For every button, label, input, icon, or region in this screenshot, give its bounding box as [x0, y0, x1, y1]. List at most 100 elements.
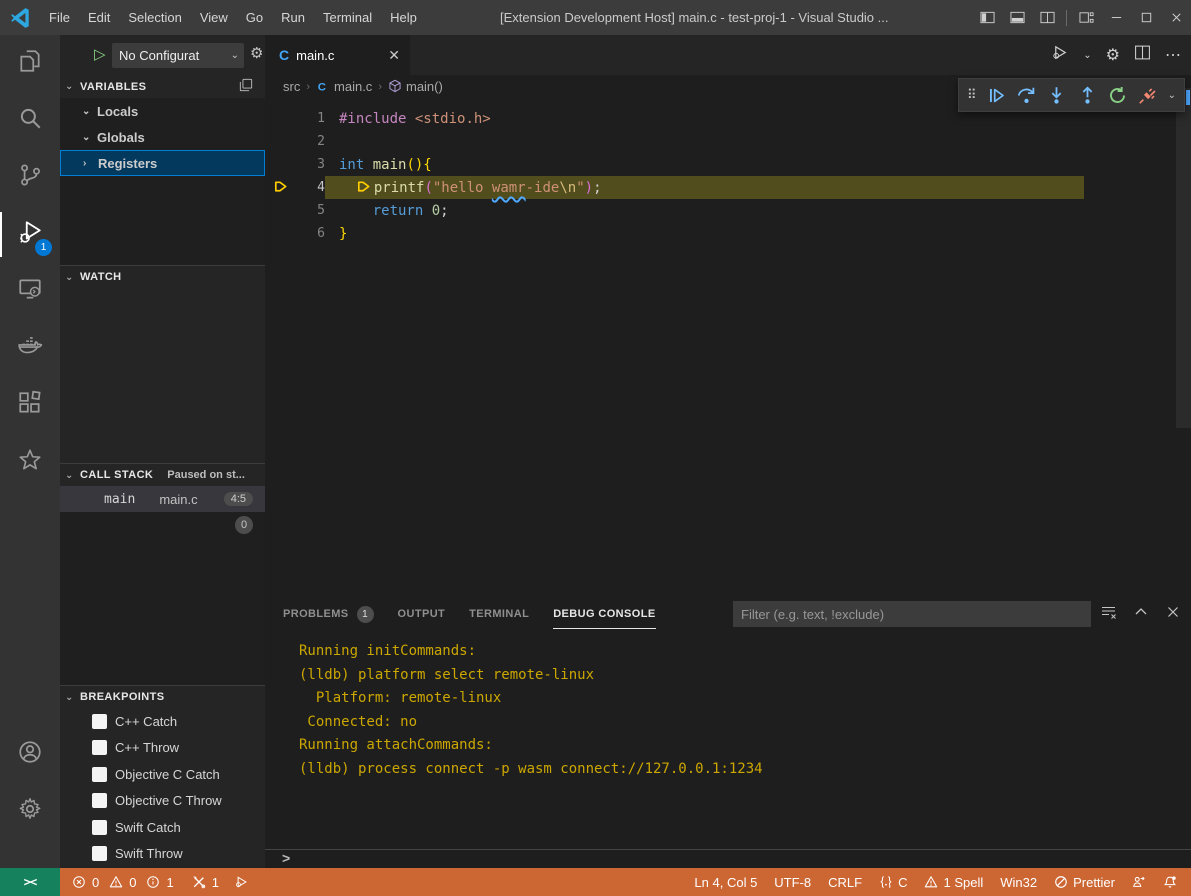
- menu-run[interactable]: Run: [272, 0, 314, 35]
- menu-view[interactable]: View: [191, 0, 237, 35]
- gear-icon[interactable]: ⚙: [1106, 45, 1120, 65]
- variables-section-header[interactable]: ⌄ VARIABLES: [60, 75, 265, 98]
- thread-row[interactable]: 0: [60, 512, 265, 538]
- drag-grip-icon[interactable]: ⠿: [967, 87, 977, 103]
- checkbox[interactable]: [92, 740, 107, 755]
- checkbox[interactable]: [92, 846, 107, 861]
- breakpoint-row[interactable]: Swift Catch: [60, 814, 265, 841]
- activity-item-source-control[interactable]: [0, 149, 60, 206]
- debug-config-dropdown[interactable]: No Configurat ⌄: [112, 43, 244, 68]
- breakpoints-section-header[interactable]: ⌄ BREAKPOINTS: [60, 685, 265, 708]
- split-editor-icon[interactable]: [1134, 44, 1151, 66]
- stack-frame-row[interactable]: main main.c 4:5: [60, 486, 265, 512]
- chevron-down-icon[interactable]: ⌄: [1083, 50, 1091, 61]
- checkbox[interactable]: [92, 820, 107, 835]
- activity-item-run-and-debug[interactable]: 1: [0, 206, 60, 263]
- activity-item-remote-explorer[interactable]: [0, 263, 60, 320]
- code-editor[interactable]: 1#include <stdio.h>23int main(){4 printf…: [265, 98, 1191, 627]
- menu-edit[interactable]: Edit: [79, 0, 119, 35]
- chevron-down-icon: ⌄: [65, 81, 80, 92]
- breadcrumb-item[interactable]: Cmain.c: [316, 79, 372, 94]
- checkbox[interactable]: [92, 714, 107, 729]
- close-icon[interactable]: [1161, 0, 1191, 35]
- code-line-3[interactable]: 3int main(){: [265, 153, 1191, 176]
- step-into-button[interactable]: [1046, 86, 1067, 105]
- ports-status[interactable]: 1: [192, 875, 219, 890]
- watch-section-header[interactable]: ⌄ WATCH: [60, 265, 265, 288]
- status-item-encoding[interactable]: UTF-8: [774, 875, 811, 890]
- step-over-button[interactable]: [1016, 86, 1037, 105]
- status-item-eol[interactable]: CRLF: [828, 875, 862, 890]
- debug-status-icon[interactable]: [235, 875, 249, 889]
- notifications-bell[interactable]: [1163, 875, 1177, 889]
- toggle-sidebar-icon[interactable]: [972, 0, 1002, 35]
- breakpoint-row[interactable]: Swift Throw: [60, 841, 265, 868]
- panel-tab-debug-console[interactable]: DEBUG CONSOLE: [553, 599, 655, 629]
- code-line-4[interactable]: 4 printf("hello wamr-ide\n");: [265, 176, 1191, 199]
- menu-selection[interactable]: Selection: [119, 0, 190, 35]
- remote-indicator[interactable]: ><: [0, 868, 60, 896]
- code-line-6[interactable]: 6}: [265, 222, 1191, 245]
- close-panel-icon[interactable]: [1165, 604, 1181, 625]
- code-line-2[interactable]: 2: [265, 130, 1191, 153]
- checkbox[interactable]: [92, 767, 107, 782]
- chevron-down-icon[interactable]: ⌄: [1168, 90, 1176, 101]
- panel-tab-problems[interactable]: PROBLEMS1: [283, 599, 374, 629]
- variables-scope-globals[interactable]: ⌄Globals: [60, 124, 265, 150]
- continue-button[interactable]: [986, 86, 1007, 105]
- status-item-platform[interactable]: Win32: [1000, 875, 1037, 890]
- customize-layout-icon[interactable]: [1071, 0, 1101, 35]
- editor-scrollbar[interactable]: [1176, 88, 1191, 428]
- debug-console-input[interactable]: >: [265, 849, 1191, 868]
- maximize-icon[interactable]: [1131, 0, 1161, 35]
- restart-button[interactable]: [1107, 86, 1128, 105]
- activity-item-docker[interactable]: [0, 320, 60, 377]
- call-stack-section-header[interactable]: ⌄ CALL STACK Paused on st...: [60, 463, 265, 486]
- debug-current-line-arrow-icon[interactable]: [265, 179, 295, 196]
- step-out-button[interactable]: [1077, 86, 1098, 105]
- menu-terminal[interactable]: Terminal: [314, 0, 381, 35]
- inline-breakpoint-arrow-icon[interactable]: [356, 180, 371, 196]
- variables-scope-locals[interactable]: ⌄Locals: [60, 98, 265, 124]
- code-line-5[interactable]: 5 return 0;: [265, 199, 1191, 222]
- activity-item-settings[interactable]: [0, 783, 60, 840]
- maximize-panel-icon[interactable]: [1133, 604, 1149, 625]
- toggle-panel-icon[interactable]: [1002, 0, 1032, 35]
- tab-main-c[interactable]: C main.c ✕: [265, 35, 410, 75]
- breakpoint-row[interactable]: Objective C Throw: [60, 788, 265, 815]
- console-filter-input[interactable]: [733, 601, 1091, 627]
- panel-tab-terminal[interactable]: TERMINAL: [469, 599, 529, 629]
- checkbox[interactable]: [92, 793, 107, 808]
- activity-item-explorer[interactable]: [0, 35, 60, 92]
- menu-file[interactable]: File: [40, 0, 79, 35]
- breakpoint-row[interactable]: C++ Throw: [60, 735, 265, 762]
- launch-config-gear-icon[interactable]: ⚙: [250, 44, 263, 62]
- disconnect-button[interactable]: [1137, 86, 1158, 105]
- minimize-icon[interactable]: [1101, 0, 1131, 35]
- more-actions-icon[interactable]: ⋯: [1165, 45, 1181, 65]
- copy-icon[interactable]: [239, 78, 253, 95]
- feedback[interactable]: [1132, 875, 1146, 889]
- status-item-spell-status[interactable]: 1 Spell: [924, 875, 983, 890]
- panel-tab-output[interactable]: OUTPUT: [398, 599, 446, 629]
- menu-help[interactable]: Help: [381, 0, 426, 35]
- breadcrumb-item[interactable]: src: [283, 79, 300, 94]
- toggle-secondary-sidebar-icon[interactable]: [1032, 0, 1062, 35]
- status-item-prettier[interactable]: Prettier: [1054, 875, 1115, 890]
- problems-status[interactable]: 0 0 1: [72, 875, 174, 890]
- variables-scope-registers[interactable]: ›Registers: [60, 150, 265, 176]
- clear-console-icon[interactable]: [1101, 604, 1117, 625]
- menu-go[interactable]: Go: [237, 0, 272, 35]
- activity-item-favorites[interactable]: [0, 434, 60, 491]
- breakpoint-row[interactable]: C++ Catch: [60, 708, 265, 735]
- breakpoint-row[interactable]: Objective C Catch: [60, 761, 265, 788]
- status-item-language-mode[interactable]: C: [879, 875, 907, 890]
- activity-item-extensions[interactable]: [0, 377, 60, 434]
- start-debug-icon[interactable]: ▷: [94, 45, 106, 63]
- activity-item-accounts[interactable]: [0, 726, 60, 783]
- breadcrumb-item[interactable]: main(): [388, 79, 443, 94]
- run-or-debug-icon[interactable]: [1052, 44, 1069, 66]
- status-item-cursor-position[interactable]: Ln 4, Col 5: [694, 875, 757, 890]
- activity-item-search[interactable]: [0, 92, 60, 149]
- close-icon[interactable]: ✕: [388, 47, 400, 64]
